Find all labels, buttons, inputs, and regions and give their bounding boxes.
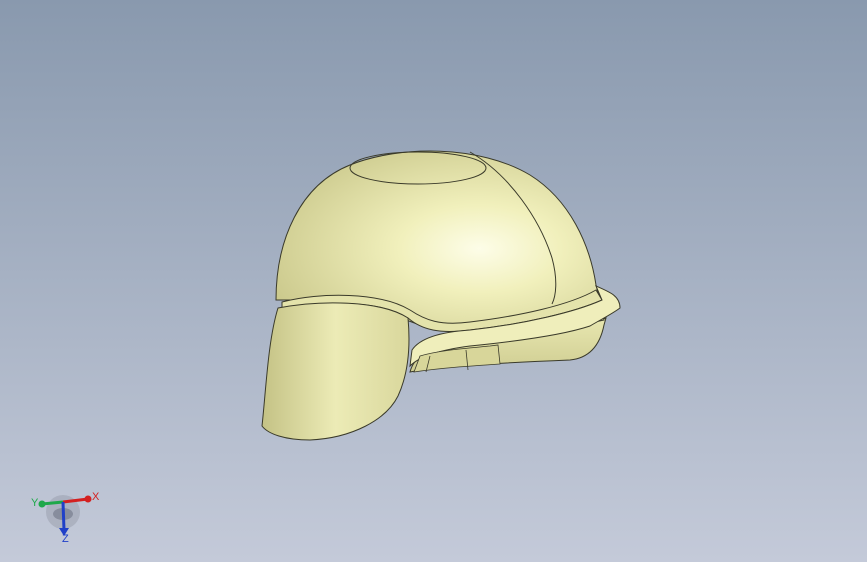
x-axis-tip [84, 495, 92, 503]
z-axis-label: Z [62, 533, 69, 545]
viewport-canvas[interactable]: X Y Z [0, 0, 867, 562]
y-axis-tip [38, 500, 46, 508]
x-axis-label: X [92, 491, 100, 503]
3d-viewport[interactable]: X Y Z [0, 0, 867, 562]
z-axis-arrow [61, 501, 66, 531]
y-axis-label: Y [31, 497, 39, 509]
